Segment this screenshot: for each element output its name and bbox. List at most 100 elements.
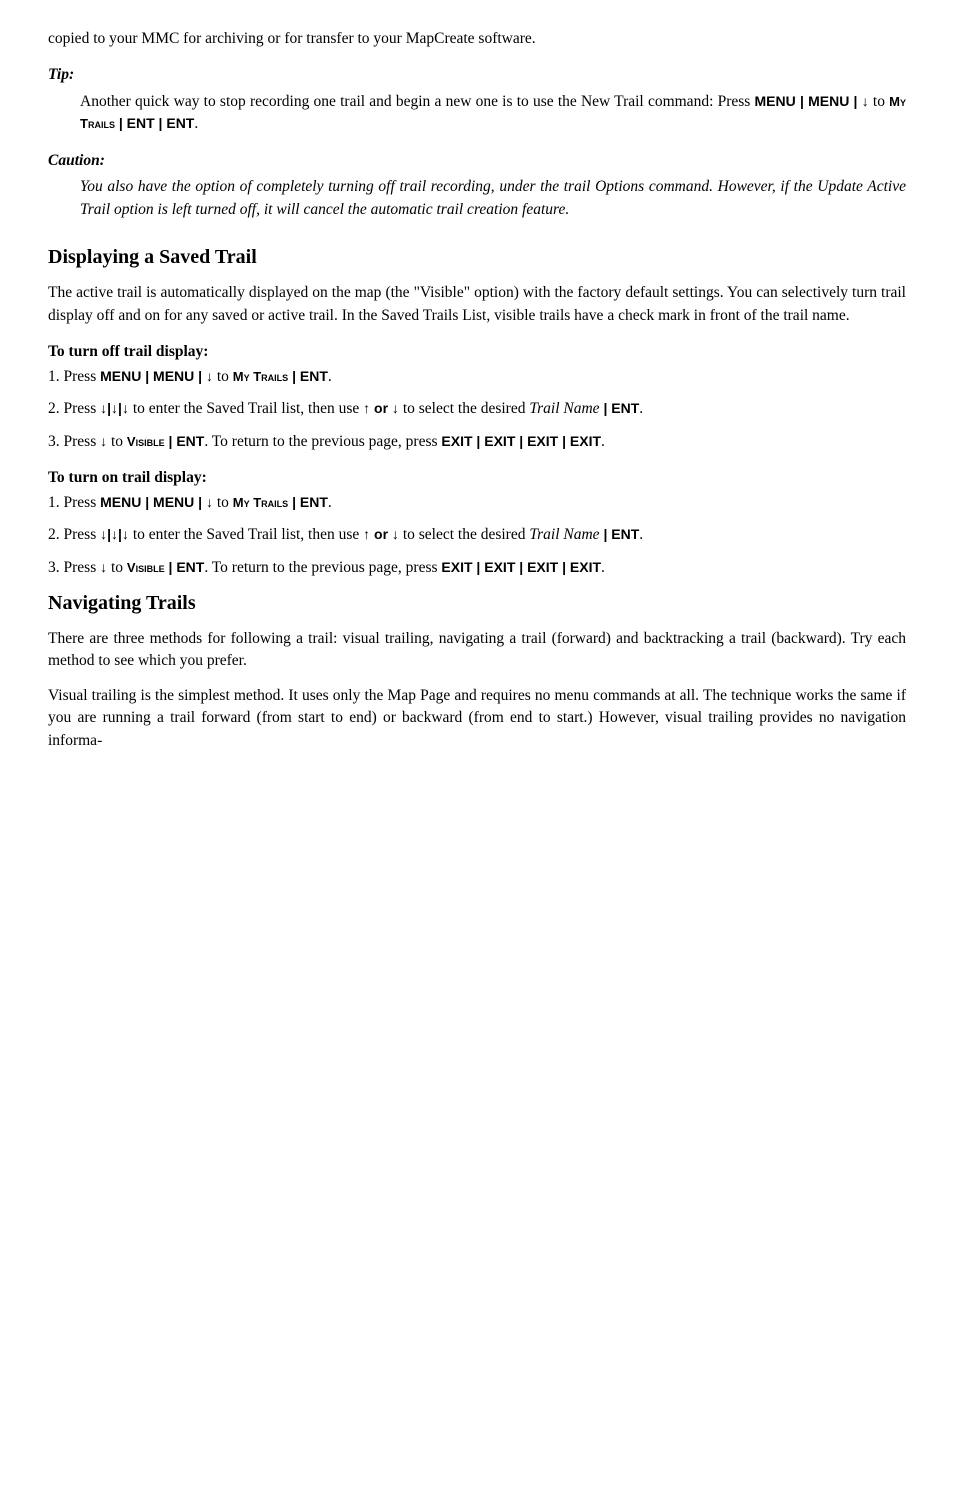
turnoff-s3-mid: . To return to the previous page, press [204, 433, 441, 450]
turnoff-s1-p2: | [194, 368, 206, 384]
turnon-s2-arrows2: ↑ or ↓ [363, 526, 399, 542]
turnon-s1-p1: | [141, 494, 153, 510]
turnoff-s2-pre: 2. Press [48, 400, 100, 417]
turnon-s3-period: . [601, 559, 605, 576]
turnoff-s1-end: . [328, 368, 332, 385]
turnon-s2-mid: to enter the Saved Trail list, then use [129, 526, 363, 543]
turnon-s2-period: . [639, 526, 643, 543]
turnoff-s2-italic: Trail Name [529, 400, 599, 417]
tip-label: Tip: [48, 64, 906, 86]
turnoff-s2-period: . [639, 400, 643, 417]
section1-para1: The active trail is automatically displa… [48, 282, 906, 327]
turnoff-s3-pre: 3. Press [48, 433, 100, 450]
turnon-s1-ent: ENT [300, 494, 328, 510]
turnon-s3-p: | [165, 559, 177, 575]
pipe2: | [849, 93, 861, 109]
tip-period: . [194, 115, 198, 132]
turnon-s2-p: | [600, 526, 612, 542]
turnoff-s2-arrows: ↓|↓|↓ [100, 400, 129, 416]
turnon-s3-pre: 3. Press [48, 559, 100, 576]
menu2: MENU [808, 93, 849, 109]
tip-ent2: ENT [166, 115, 194, 131]
pipe4: | [155, 115, 167, 131]
turnon-step2: 2. Press ↓|↓|↓ to enter the Saved Trail … [48, 524, 906, 546]
turnon-step1: 1. Press MENU | MENU | ↓ to My Trails | … [48, 492, 906, 514]
turnoff-s2-p: | [600, 400, 612, 416]
tip-block: Tip: Another quick way to stop recording… [48, 64, 906, 135]
turnon-s3-exit1: EXIT [441, 559, 472, 575]
turnoff-s3-ent: ENT [176, 433, 204, 449]
turnon-step3: 3. Press ↓ to Visible | ENT. To return t… [48, 557, 906, 579]
turnon-s1-mytrails: My Trails [233, 495, 288, 510]
turnon-s3-mid: . To return to the previous page, press [204, 559, 441, 576]
section1-heading: Displaying a Saved Trail [48, 243, 906, 272]
turnon-s2-arrows: ↓|↓|↓ [100, 526, 129, 542]
turnoff-s3-period: . [601, 433, 605, 450]
turnoff-s3-exit2: EXIT [484, 433, 515, 449]
turnon-s3-ent: ENT [176, 559, 204, 575]
turnoff-s1-p1: | [141, 368, 153, 384]
turnon-s3-p2: | [515, 559, 527, 575]
turnoff-s2-end: to select the desired [399, 400, 529, 417]
turnon-heading: To turn on trail display: [48, 467, 906, 489]
turnoff-s1-menu1: MENU [100, 368, 141, 384]
turnoff-s3-to: to [107, 433, 127, 450]
turnoff-s1-ent: ENT [300, 368, 328, 384]
turnon-s2-ent: ENT [611, 526, 639, 542]
turnoff-s1-to: to [213, 368, 233, 385]
turnoff-step2: 2. Press ↓|↓|↓ to enter the Saved Trail … [48, 398, 906, 420]
turnon-s2-pre: 2. Press [48, 526, 100, 543]
turnoff-s2-mid: to enter the Saved Trail list, then use [129, 400, 363, 417]
turnoff-s1-mytrails: My Trails [233, 369, 288, 384]
turnon-s1-menu1: MENU [100, 494, 141, 510]
caution-content: You also have the option of completely t… [48, 176, 906, 221]
turnon-s3-exit2: EXIT [484, 559, 515, 575]
turnoff-s3-p1: | [473, 433, 485, 449]
section2-para2: Visual trailing is the simplest method. … [48, 685, 906, 752]
down-arrow-tip: ↓ [862, 93, 869, 109]
turnoff-s1-p3: | [288, 368, 300, 384]
turnon-s2-end: to select the desired [399, 526, 529, 543]
turnon-s3-to: to [107, 559, 127, 576]
intro-paragraph: copied to your MMC for archiving or for … [48, 28, 906, 50]
turnon-s3-p1: | [473, 559, 485, 575]
turnon-s1-down: ↓ [206, 494, 213, 510]
turnoff-step1: 1. Press MENU | MENU | ↓ to My Trails | … [48, 366, 906, 388]
turnon-s1-pre: 1. Press [48, 494, 100, 511]
tip-command: MENU [755, 93, 796, 109]
turnon-s1-to: to [213, 494, 233, 511]
turnoff-s2-ent: ENT [611, 400, 639, 416]
turnon-s1-p3: | [288, 494, 300, 510]
caution-block: Caution: You also have the option of com… [48, 150, 906, 221]
turnoff-s2-arrows2: ↑ or ↓ [363, 400, 399, 416]
turnoff-s3-exit4: EXIT [570, 433, 601, 449]
pipe3: | [115, 115, 127, 131]
tip-to: to [869, 93, 889, 110]
turnoff-heading: To turn off trail display: [48, 341, 906, 363]
turnon-s3-exit3: EXIT [527, 559, 558, 575]
turnon-s1-menu2: MENU [153, 494, 194, 510]
tip-text: Another quick way to stop recording one … [80, 93, 755, 110]
turnoff-s1-menu2: MENU [153, 368, 194, 384]
turnon-s1-end: . [328, 494, 332, 511]
tip-ent1: ENT [127, 115, 155, 131]
pipe1: | [796, 93, 808, 109]
turnon-s2-italic: Trail Name [529, 526, 599, 543]
section2-para1: There are three methods for following a … [48, 628, 906, 673]
turnoff-s1-pre: 1. Press [48, 368, 100, 385]
turnoff-s1-down: ↓ [206, 368, 213, 384]
caution-label: Caution: [48, 150, 906, 172]
turnoff-s3-exit3: EXIT [527, 433, 558, 449]
turnoff-step3: 3. Press ↓ to Visible | ENT. To return t… [48, 431, 906, 453]
section2-heading: Navigating Trails [48, 589, 906, 618]
turnon-s3-visible: Visible [127, 560, 165, 575]
turnoff-s3-exit1: EXIT [441, 433, 472, 449]
turnoff-s3-p2: | [515, 433, 527, 449]
turnon-s1-p2: | [194, 494, 206, 510]
tip-content: Another quick way to stop recording one … [48, 91, 906, 136]
turnon-s3-p3: | [558, 559, 570, 575]
turnoff-s3-p: | [165, 433, 177, 449]
turnoff-s3-visible: Visible [127, 434, 165, 449]
turnon-s3-exit4: EXIT [570, 559, 601, 575]
turnoff-s3-p3: | [558, 433, 570, 449]
